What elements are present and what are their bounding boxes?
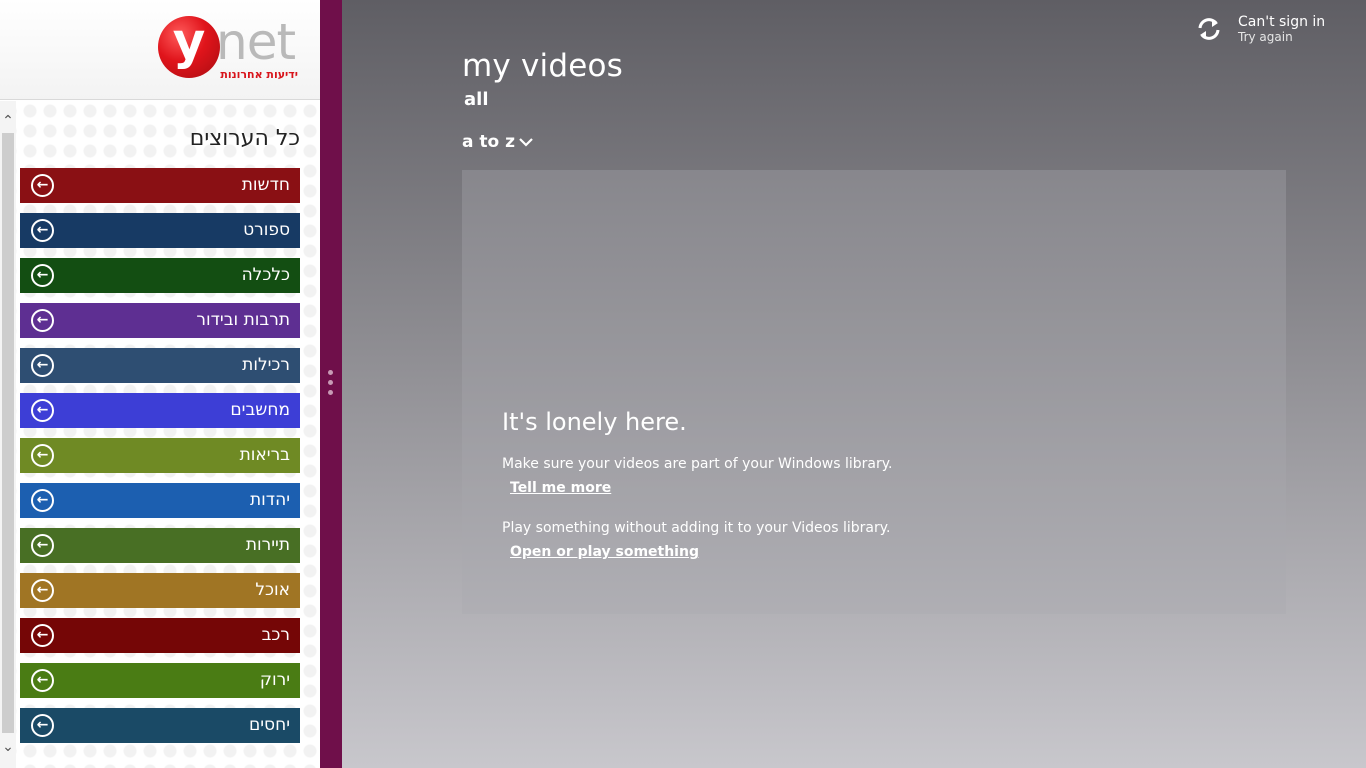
empty-state-panel: It's lonely here. Make sure your videos … bbox=[462, 170, 1286, 614]
channel-item[interactable]: ← אוכל bbox=[20, 573, 300, 608]
sort-label: a to z bbox=[462, 132, 516, 152]
sort-dropdown[interactable]: a to z bbox=[462, 132, 533, 152]
channel-label: תיירות bbox=[245, 535, 290, 555]
channel-item[interactable]: ← מחשבים bbox=[20, 393, 300, 428]
snap-splitter[interactable] bbox=[320, 0, 342, 768]
page-title: my videos bbox=[462, 48, 624, 84]
scroll-down-icon[interactable]: ⌄ bbox=[0, 737, 16, 757]
channel-label: יחסים bbox=[248, 715, 290, 735]
arrow-left-circle-icon: ← bbox=[31, 309, 54, 332]
channel-label: מחשבים bbox=[230, 400, 290, 420]
channel-list: ← חדשות ← ספורט ← כלכלה ← תרבות ובידור ← רכילות ← מ… bbox=[20, 168, 300, 753]
vertical-scrollbar[interactable]: ⌃ ⌄ bbox=[0, 101, 16, 768]
library-message: Make sure your videos are part of your W… bbox=[502, 456, 893, 472]
arrow-left-circle-icon: ← bbox=[31, 714, 54, 737]
arrow-left-circle-icon: ← bbox=[31, 219, 54, 242]
channel-item[interactable]: ← תיירות bbox=[20, 528, 300, 563]
open-or-play-link[interactable]: Open or play something bbox=[510, 544, 699, 560]
channel-item[interactable]: ← יחסים bbox=[20, 708, 300, 743]
channel-label: רכב bbox=[261, 625, 290, 645]
channel-item[interactable]: ← בריאות bbox=[20, 438, 300, 473]
ynet-logo-wordmark: net bbox=[216, 13, 296, 71]
scroll-thumb[interactable] bbox=[2, 133, 14, 733]
arrow-left-circle-icon: ← bbox=[31, 669, 54, 692]
channel-label: אוכל bbox=[255, 580, 290, 600]
channel-item[interactable]: ← ירוק bbox=[20, 663, 300, 698]
channel-item[interactable]: ← ספורט bbox=[20, 213, 300, 248]
sign-in-status[interactable]: Can't sign in Try again bbox=[1196, 14, 1356, 50]
play-message: Play something without adding it to your… bbox=[502, 520, 891, 536]
arrow-left-circle-icon: ← bbox=[31, 624, 54, 647]
videos-app-pane: my videos all a to z Can't sign in Try a… bbox=[342, 0, 1366, 768]
sign-in-title: Can't sign in bbox=[1238, 14, 1326, 30]
ynet-logo[interactable]: y net ידיעות אחרונות bbox=[156, 12, 302, 88]
arrow-left-circle-icon: ← bbox=[31, 354, 54, 377]
channel-label: ירוק bbox=[259, 670, 290, 690]
channel-item[interactable]: ← תרבות ובידור bbox=[20, 303, 300, 338]
arrow-left-circle-icon: ← bbox=[31, 444, 54, 467]
chevron-down-icon bbox=[519, 135, 533, 151]
channel-label: ספורט bbox=[243, 220, 290, 240]
sync-icon bbox=[1196, 16, 1222, 42]
channel-label: יהדות bbox=[250, 490, 290, 510]
splitter-grip-icon[interactable] bbox=[328, 370, 334, 398]
channel-item[interactable]: ← יהדות bbox=[20, 483, 300, 518]
channel-item[interactable]: ← חדשות bbox=[20, 168, 300, 203]
arrow-left-circle-icon: ← bbox=[31, 264, 54, 287]
arrow-left-circle-icon: ← bbox=[31, 534, 54, 557]
try-again-link[interactable]: Try again bbox=[1238, 30, 1325, 44]
channel-label: בריאות bbox=[239, 445, 290, 465]
channel-item[interactable]: ← רכילות bbox=[20, 348, 300, 383]
scroll-up-icon[interactable]: ⌃ bbox=[0, 111, 16, 131]
ynet-logo-ball: y bbox=[158, 16, 220, 78]
tell-me-more-link[interactable]: Tell me more bbox=[510, 480, 611, 496]
channel-label: תרבות ובידור bbox=[196, 310, 290, 330]
channel-item[interactable]: ← כלכלה bbox=[20, 258, 300, 293]
arrow-left-circle-icon: ← bbox=[31, 579, 54, 602]
filter-all[interactable]: all bbox=[464, 89, 489, 110]
channels-title: כל הערוצים bbox=[189, 126, 300, 151]
arrow-left-circle-icon: ← bbox=[31, 174, 54, 197]
ynet-logo-tagline: ידיעות אחרונות bbox=[220, 68, 298, 81]
channel-label: רכילות bbox=[242, 355, 290, 375]
empty-heading: It's lonely here. bbox=[502, 408, 687, 436]
arrow-left-circle-icon: ← bbox=[31, 489, 54, 512]
channel-label: כלכלה bbox=[241, 265, 290, 285]
arrow-left-circle-icon: ← bbox=[31, 399, 54, 422]
channel-label: חדשות bbox=[241, 175, 290, 195]
ynet-app-pane: y net ידיעות אחרונות ⌃ ⌄ כל הערוצים ← חדש… bbox=[0, 0, 320, 768]
channel-item[interactable]: ← רכב bbox=[20, 618, 300, 653]
logo-header: y net ידיעות אחרונות bbox=[0, 0, 320, 100]
